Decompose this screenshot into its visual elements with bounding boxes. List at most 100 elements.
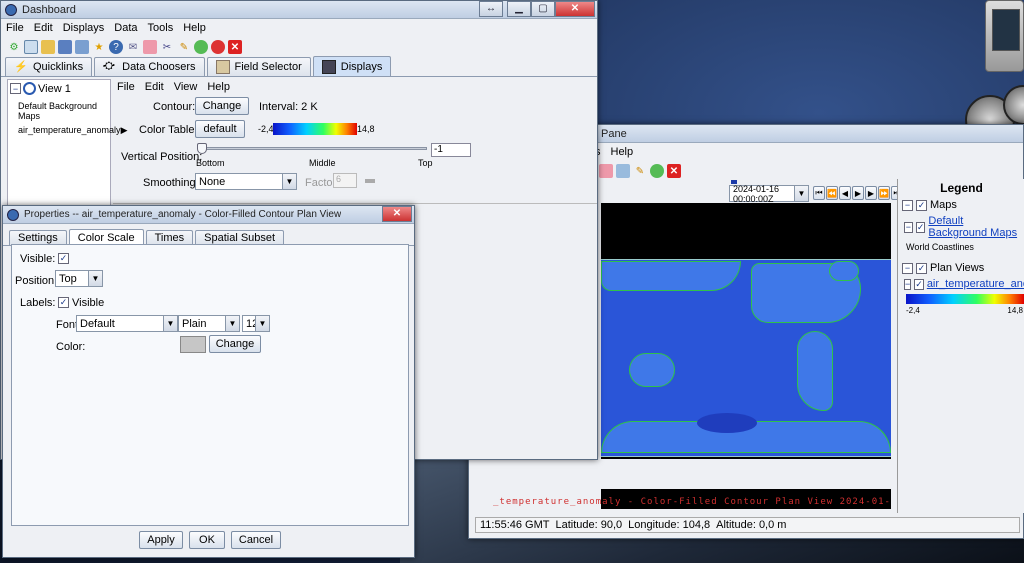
- dashboard-titlebar[interactable]: Dashboard ↔ ▁ ▢ ✕: [1, 0, 597, 19]
- collapse-icon[interactable]: −: [10, 83, 21, 94]
- font-size-select[interactable]: 12 ▼: [242, 315, 270, 332]
- menu-help[interactable]: Help: [183, 22, 206, 34]
- status-latitude: Latitude: 90,0: [555, 519, 623, 531]
- chevron-down-icon: ▼: [282, 174, 296, 189]
- display-menu-file[interactable]: File: [117, 81, 135, 93]
- menu-data[interactable]: Data: [114, 22, 137, 34]
- maximize-button[interactable]: ▢: [531, 0, 555, 17]
- tab-field-selector[interactable]: Field Selector: [206, 57, 311, 76]
- first-frame-button[interactable]: ⏮: [813, 186, 825, 200]
- display-menu-edit[interactable]: Edit: [145, 81, 164, 93]
- color-scale-panel: Visible: ✓ Position: Top ▼ Labels: ✓ Vis…: [11, 244, 409, 526]
- tab-displays-label: Displays: [340, 60, 383, 73]
- factor-slider-icon[interactable]: [365, 179, 375, 183]
- play-button[interactable]: ▶: [852, 186, 864, 200]
- default-maps-visible-checkbox[interactable]: ✓: [915, 221, 926, 233]
- position-select[interactable]: Top ▼: [55, 270, 103, 287]
- contour-change-button[interactable]: Change: [195, 97, 249, 115]
- step-back-button[interactable]: ⏪: [826, 186, 838, 200]
- tab-displays[interactable]: Displays: [312, 56, 392, 76]
- vpos-input[interactable]: -1: [431, 143, 471, 157]
- close-button[interactable]: ✕: [555, 0, 595, 17]
- save-as-icon[interactable]: [75, 40, 89, 54]
- anomaly-visible-checkbox[interactable]: ✓: [914, 278, 924, 290]
- tab-settings[interactable]: Settings: [9, 230, 67, 245]
- stop-icon[interactable]: ✕: [228, 40, 242, 54]
- properties-titlebar[interactable]: Properties -- air_temperature_anomaly - …: [3, 205, 414, 224]
- default-maps-link[interactable]: Default Background Maps: [928, 215, 1024, 239]
- next-frame-button[interactable]: ▶: [865, 186, 877, 200]
- tab-color-scale[interactable]: Color Scale: [68, 229, 144, 245]
- legend-colorbar: [906, 294, 1024, 304]
- tree-item-default-maps[interactable]: Default Background Maps: [18, 101, 110, 121]
- new-window-icon[interactable]: [24, 40, 38, 54]
- plan-views-visible-checkbox[interactable]: ✓: [916, 262, 927, 274]
- record-icon[interactable]: [211, 40, 225, 54]
- factor-input[interactable]: 6: [333, 173, 357, 188]
- labels-visible-checkbox[interactable]: ✓: [58, 297, 69, 308]
- legend-default-maps-row[interactable]: − ✓ Default Background Maps: [904, 215, 1024, 239]
- collapse-icon[interactable]: −: [902, 199, 913, 211]
- globe-icon[interactable]: [650, 164, 664, 178]
- tab-spatial-subset[interactable]: Spatial Subset: [195, 230, 285, 245]
- dialog-close-button[interactable]: ✕: [382, 205, 412, 222]
- step-forward-button[interactable]: ⏩: [878, 186, 890, 200]
- envelope-icon[interactable]: ✉: [126, 40, 140, 54]
- font-style-select[interactable]: Plain ▼: [178, 315, 240, 332]
- capture-icon[interactable]: [616, 164, 630, 178]
- collapse-icon[interactable]: −: [904, 221, 913, 233]
- favorite-star-icon[interactable]: ★: [92, 40, 106, 54]
- legend-title: Legend: [940, 181, 983, 195]
- tree-item-anomaly[interactable]: air_temperature_anomaly ▶: [18, 125, 127, 136]
- menu-edit[interactable]: Edit: [34, 22, 53, 34]
- colortable-button[interactable]: default: [195, 120, 245, 138]
- legend-anomaly-row[interactable]: − ✓ air_temperature_anomaly: [904, 278, 1024, 290]
- ok-button[interactable]: OK: [189, 531, 225, 549]
- wizard-icon[interactable]: ⚙: [7, 40, 21, 54]
- menu-tools[interactable]: Tools: [148, 22, 174, 34]
- collapse-icon[interactable]: −: [904, 278, 912, 290]
- anomaly-link[interactable]: air_temperature_anomaly: [927, 278, 1024, 290]
- tab-times[interactable]: Times: [145, 230, 194, 245]
- quicklinks-icon: ⚡: [14, 61, 28, 73]
- maps-visible-checkbox[interactable]: ✓: [916, 199, 927, 211]
- color-change-button[interactable]: Change: [209, 335, 261, 353]
- collapse-icon[interactable]: −: [902, 262, 913, 274]
- eraser-icon[interactable]: [599, 164, 613, 178]
- legend-max: 14,8: [1007, 306, 1023, 315]
- scissors-icon[interactable]: ✂: [160, 40, 174, 54]
- colortable-bar[interactable]: [273, 123, 357, 135]
- legend-plan-views-row[interactable]: − ✓ Plan Views: [902, 262, 1024, 274]
- smoothing-select[interactable]: None ▼: [195, 173, 297, 190]
- vpos-slider-track[interactable]: [199, 147, 427, 150]
- legend-maps-row[interactable]: − ✓ Maps: [902, 199, 1024, 211]
- apply-button[interactable]: Apply: [139, 531, 183, 549]
- resize-icon[interactable]: ↔: [479, 0, 503, 17]
- dashboard-tabs: ⚡ Quicklinks ⛮ Data Choosers Field Selec…: [1, 56, 597, 77]
- pencil-icon[interactable]: ✎: [177, 40, 191, 54]
- save-icon[interactable]: [58, 40, 72, 54]
- time-select[interactable]: 2024-01-16 00:00:00Z ▼: [729, 184, 809, 204]
- menu-help[interactable]: Help: [611, 146, 634, 158]
- menu-displays[interactable]: Displays: [63, 22, 105, 34]
- map-caption: _temperature_anomaly - Color-Filled Cont…: [493, 497, 891, 507]
- tab-data-choosers[interactable]: ⛮ Data Choosers: [94, 57, 205, 76]
- eraser-icon[interactable]: [143, 40, 157, 54]
- tree-view-row[interactable]: − View 1: [10, 82, 110, 95]
- menu-file[interactable]: File: [6, 22, 24, 34]
- prev-frame-button[interactable]: ◀: [839, 186, 851, 200]
- minimize-button[interactable]: ▁: [507, 0, 531, 17]
- help-icon[interactable]: ?: [109, 40, 123, 54]
- stop-icon[interactable]: ✕: [667, 164, 681, 178]
- font-select[interactable]: Default ▼: [76, 315, 178, 332]
- open-folder-icon[interactable]: [41, 40, 55, 54]
- vpos-slider-thumb[interactable]: [197, 143, 207, 154]
- display-menu-help[interactable]: Help: [207, 81, 230, 93]
- pencil-icon[interactable]: ✎: [633, 164, 647, 178]
- globe-icon[interactable]: [194, 40, 208, 54]
- display-menu-view[interactable]: View: [174, 81, 198, 93]
- cancel-button[interactable]: Cancel: [231, 531, 281, 549]
- map-canvas[interactable]: [601, 203, 891, 459]
- tab-quicklinks[interactable]: ⚡ Quicklinks: [5, 57, 93, 76]
- visible-checkbox[interactable]: ✓: [58, 253, 69, 264]
